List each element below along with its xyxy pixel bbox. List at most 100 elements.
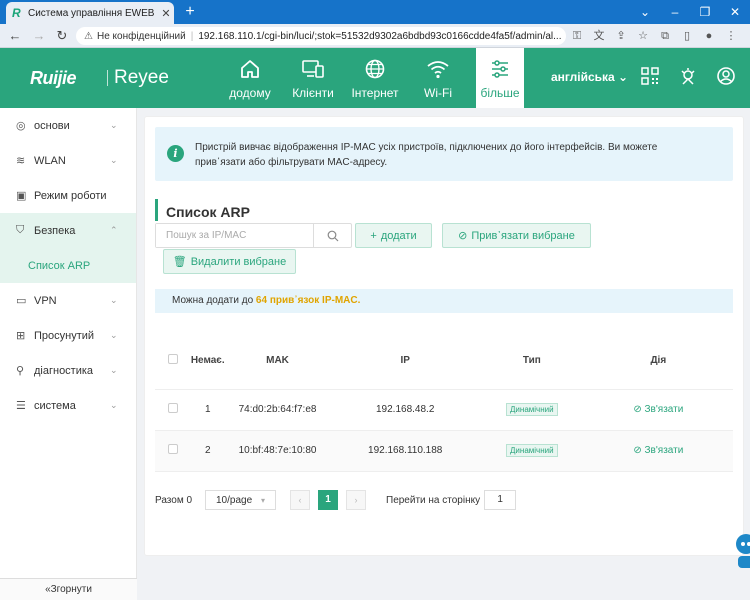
collapse-sidebar-button[interactable]: «Згорнути bbox=[0, 578, 137, 600]
chevron-down-icon: ⌄ bbox=[110, 330, 118, 340]
add-button[interactable]: + додати bbox=[355, 223, 432, 248]
sidebar-item-basics[interactable]: ◎ основи ⌄ bbox=[0, 108, 136, 143]
arp-table: Немає. MAK IP Тип Дія 1 74:d0:2b:64:f7:e… bbox=[155, 333, 733, 472]
sidebar-item-diagnostics[interactable]: ⚲ діагностика ⌄ bbox=[0, 353, 136, 388]
chevron-down-icon: ⌄ bbox=[110, 365, 118, 375]
bind-link[interactable]: ⊘ Зв'язати bbox=[633, 445, 683, 456]
sidebar-subitem-arp-list[interactable]: Список ARP bbox=[0, 248, 136, 283]
sidebar-item-vpn[interactable]: ▭ VPN ⌄ bbox=[0, 283, 136, 318]
page-size-select[interactable]: 10/page ▾ bbox=[205, 490, 276, 510]
search-input[interactable] bbox=[156, 224, 313, 247]
menu-kebab-icon[interactable]: ⋮ bbox=[720, 27, 742, 45]
total-count: Разом 0 bbox=[155, 494, 193, 506]
url-separator: | bbox=[190, 30, 194, 42]
nav-wifi-label: Wi-Fi bbox=[424, 86, 452, 100]
sidebar-item-work-mode[interactable]: ▣ Режим роботи bbox=[0, 178, 136, 213]
row-number: 1 bbox=[190, 389, 225, 431]
tab-search-icon[interactable]: ⌄ bbox=[630, 0, 660, 24]
qr-code-icon[interactable] bbox=[640, 66, 662, 88]
bind-link-label: Зв'язати bbox=[644, 445, 684, 456]
globe-icon bbox=[344, 58, 406, 82]
chevron-down-icon: ▾ bbox=[261, 495, 266, 505]
wifi-icon: ≋ bbox=[16, 155, 26, 167]
restore-icon[interactable]: ❐ bbox=[690, 0, 720, 24]
bind-link-label: Зв'язати bbox=[644, 404, 684, 415]
row-mac: 74:d0:2b:64:f7:e8 bbox=[224, 389, 331, 431]
add-button-label: додати bbox=[380, 229, 417, 242]
row-checkbox[interactable] bbox=[167, 444, 178, 454]
close-tab-icon[interactable]: ✕ bbox=[158, 7, 174, 20]
delete-selected-label: Видалити вибране bbox=[190, 255, 287, 268]
sidebar-item-label: Просунутий bbox=[34, 329, 95, 342]
link-icon: ⊘ bbox=[633, 404, 642, 415]
url-text: 192.168.110.1/cgi-bin/luci/;stok=51532d9… bbox=[198, 30, 562, 42]
link-icon: ⊘ bbox=[633, 445, 642, 456]
browser-tab-bar: R Система управління EWEB ✕ + ⌄ – ❐ ✕ bbox=[0, 0, 750, 24]
row-checkbox[interactable] bbox=[167, 403, 178, 413]
bookmark-star-icon[interactable]: ☆ bbox=[632, 27, 654, 45]
reload-icon[interactable]: ↻ bbox=[53, 27, 71, 45]
side-panel-icon[interactable]: ▯ bbox=[676, 27, 698, 45]
search-icon[interactable] bbox=[313, 224, 351, 247]
sidebar-item-advanced[interactable]: ⊞ Просунутий ⌄ bbox=[0, 318, 136, 353]
link-icon: ⊘ bbox=[458, 230, 468, 242]
notice-text: Пристрій вивчає відображення IP-MAC усіх… bbox=[195, 142, 658, 168]
url-field[interactable]: ⚠ Не конфіденційний | 192.168.110.1/cgi-… bbox=[76, 27, 566, 45]
next-page-button[interactable]: › bbox=[346, 490, 366, 510]
forward-icon[interactable]: → bbox=[30, 27, 48, 45]
sidebar-item-wlan[interactable]: ≋ WLAN ⌄ bbox=[0, 143, 136, 178]
minimize-icon[interactable]: – bbox=[660, 0, 690, 24]
not-secure-label: Не конфіденційний bbox=[96, 30, 186, 42]
warning-icon[interactable]: ⚠ bbox=[84, 31, 93, 42]
browser-tab[interactable]: R Система управління EWEB ✕ bbox=[6, 2, 174, 24]
bind-link[interactable]: ⊘ Зв'язати bbox=[633, 404, 683, 415]
current-page-button[interactable]: 1 bbox=[318, 490, 338, 510]
bind-selected-button[interactable]: ⊘ Прив᾽язати вибране bbox=[442, 223, 591, 248]
plus-icon: + bbox=[370, 229, 377, 242]
sidebar-item-label: діагностика bbox=[34, 364, 94, 377]
back-icon[interactable]: ← bbox=[6, 27, 24, 45]
advanced-icon: ⊞ bbox=[16, 330, 26, 342]
col-ip: IP bbox=[330, 333, 480, 390]
prev-page-button[interactable]: ‹ bbox=[290, 490, 310, 510]
nav-clients[interactable]: Клієнти bbox=[282, 48, 344, 108]
goto-page-input[interactable]: 1 bbox=[484, 490, 517, 510]
nav-wifi[interactable]: Wi-Fi bbox=[407, 48, 469, 108]
sliders-icon bbox=[476, 58, 524, 82]
sidebar: ◎ основи ⌄ ≋ WLAN ⌄ ▣ Режим роботи ⛉ Без… bbox=[0, 108, 137, 600]
row-type-cell: Динамічний bbox=[479, 389, 584, 431]
user-account-icon[interactable] bbox=[716, 66, 738, 88]
nav-home[interactable]: додому bbox=[219, 48, 281, 108]
sidebar-item-security[interactable]: ⛉ Безпека ⌃ bbox=[0, 213, 136, 248]
select-all-header bbox=[155, 333, 191, 390]
extensions-icon[interactable]: ⧉ bbox=[654, 27, 676, 45]
sidebar-item-system[interactable]: ☰ система ⌄ bbox=[0, 388, 136, 423]
profile-icon[interactable]: ● bbox=[698, 27, 720, 45]
table-row: 1 74:d0:2b:64:f7:e8 192.168.48.2 Динаміч… bbox=[155, 389, 733, 431]
bind-selected-label: Прив᾽язати вибране bbox=[471, 229, 575, 242]
delete-selected-button[interactable]: 🗑 Видалити вибране bbox=[163, 249, 296, 274]
nav-internet[interactable]: Інтернет bbox=[344, 48, 406, 108]
router-icon[interactable] bbox=[678, 66, 700, 88]
tab-title: Система управління EWEB bbox=[28, 7, 155, 19]
language-select[interactable]: англійська ⌄ bbox=[551, 70, 628, 84]
language-label: англійська bbox=[551, 70, 615, 84]
row-ip: 192.168.110.188 bbox=[330, 430, 480, 472]
goto-label: Перейти на сторінку bbox=[386, 494, 481, 506]
row-action-cell: ⊘ Зв'язати bbox=[583, 430, 733, 472]
page-title: Список ARP bbox=[155, 199, 250, 221]
new-tab-button[interactable]: + bbox=[180, 2, 200, 22]
col-mac: MAK bbox=[224, 333, 331, 390]
nav-more[interactable]: більше bbox=[476, 48, 524, 108]
share-icon[interactable]: ⇪ bbox=[610, 27, 632, 45]
translate-icon[interactable]: 文 bbox=[588, 27, 610, 45]
close-window-icon[interactable]: ✕ bbox=[720, 0, 750, 24]
sidebar-item-label: Безпека bbox=[34, 224, 76, 237]
select-all-checkbox[interactable] bbox=[167, 354, 178, 365]
key-icon[interactable]: ⚿ bbox=[566, 27, 588, 45]
support-chat-icon[interactable] bbox=[732, 530, 750, 570]
type-badge: Динамічний bbox=[506, 444, 558, 457]
info-icon: i bbox=[167, 145, 184, 162]
mode-icon: ▣ bbox=[16, 190, 27, 202]
row-select-cell bbox=[155, 389, 191, 431]
